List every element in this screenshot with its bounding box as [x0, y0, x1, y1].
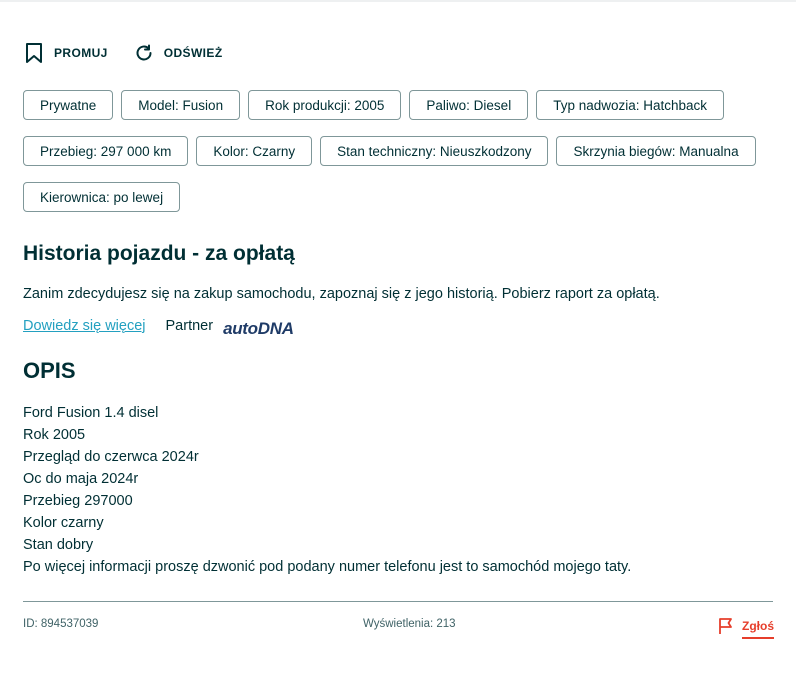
description-line: Oc do maja 2024r [23, 471, 139, 487]
footer-divider [23, 601, 773, 602]
report-label: Zgłoś [742, 619, 774, 639]
tag-model[interactable]: Model: Fusion [121, 90, 241, 120]
autodna-logo: autoDNA [223, 319, 294, 338]
tag-mileage[interactable]: Przebieg: 297 000 km [23, 136, 189, 166]
history-text: Zanim zdecydujesz się na zakup samochodu… [23, 286, 660, 302]
ad-actions: PROMUJ ODŚWIEŻ [24, 42, 223, 64]
tag-body-type[interactable]: Typ nadwozia: Hatchback [536, 90, 725, 120]
tag-fuel[interactable]: Paliwo: Diesel [409, 90, 529, 120]
flag-icon [718, 617, 734, 640]
top-divider [0, 0, 796, 2]
report-button[interactable]: Zgłoś [718, 617, 774, 640]
refresh-button[interactable]: ODŚWIEŻ [134, 43, 223, 63]
bookmark-icon [24, 42, 44, 64]
partner-label: Partner [165, 318, 214, 334]
description-line: Ford Fusion 1.4 disel [23, 405, 159, 421]
parameter-tags: Prywatne Model: Fusion Rok produkcji: 20… [23, 90, 773, 212]
history-links: Dowiedz się więcej Partner autoDNA [23, 316, 294, 338]
history-title: Historia pojazdu - za opłatą [23, 242, 295, 265]
ad-id: ID: 894537039 [23, 618, 99, 630]
promote-button[interactable]: PROMUJ [24, 42, 108, 64]
description-line: Po więcej informacji proszę dzwonić pod … [23, 559, 632, 575]
tag-steering[interactable]: Kierownica: po lewej [23, 182, 181, 212]
description-line: Przegląd do czerwca 2024r [23, 449, 199, 465]
description-line: Przebieg 297000 [23, 493, 133, 509]
description-text: Ford Fusion 1.4 disel Rok 2005 Przegląd … [23, 402, 631, 578]
description-title: OPIS [23, 358, 76, 383]
tag-seller-type[interactable]: Prywatne [23, 90, 114, 120]
tag-color[interactable]: Kolor: Czarny [196, 136, 313, 166]
description-line: Stan dobry [23, 537, 94, 553]
description-line: Rok 2005 [23, 427, 86, 443]
tag-year[interactable]: Rok produkcji: 2005 [248, 90, 402, 120]
tag-condition[interactable]: Stan techniczny: Nieuszkodzony [320, 136, 549, 166]
view-count: Wyświetlenia: 213 [363, 618, 456, 630]
promote-label: PROMUJ [54, 46, 108, 60]
refresh-label: ODŚWIEŻ [163, 46, 223, 60]
description-line: Kolor czarny [23, 515, 104, 531]
learn-more-link[interactable]: Dowiedz się więcej [23, 318, 146, 334]
tag-gearbox[interactable]: Skrzynia biegów: Manualna [556, 136, 756, 166]
refresh-icon [134, 43, 154, 63]
